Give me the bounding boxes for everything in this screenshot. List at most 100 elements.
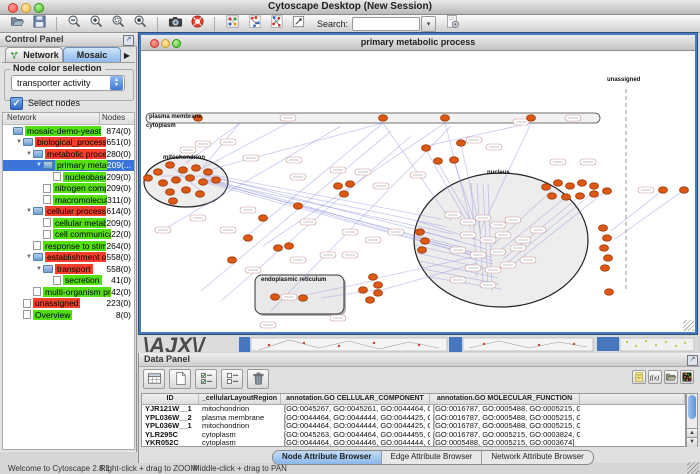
- scrollbar-thumb[interactable]: [688, 395, 696, 419]
- network-node[interactable]: [434, 158, 443, 164]
- table-row[interactable]: YJR121W__1mitochondrion[GO:0045267, GO:0…: [142, 405, 685, 414]
- expand-arrow-icon[interactable]: ▼: [15, 139, 23, 145]
- network-node[interactable]: [659, 187, 668, 193]
- window-resize-grip[interactable]: [687, 462, 699, 474]
- network-node[interactable]: [369, 274, 378, 280]
- zoom-fit-icon[interactable]: [130, 13, 150, 29]
- network-node[interactable]: [599, 225, 608, 231]
- node-color-dropdown[interactable]: transporter activity ▲▼: [11, 75, 125, 91]
- open-icon[interactable]: [7, 13, 27, 29]
- network-node[interactable]: [159, 180, 168, 186]
- minimize-view-button[interactable]: [161, 39, 170, 48]
- network-node[interactable]: [172, 177, 181, 183]
- network-node[interactable]: [600, 245, 609, 251]
- import-icon[interactable]: [664, 370, 678, 384]
- delete-attribute-icon[interactable]: [247, 369, 269, 389]
- column-header[interactable]: ID: [142, 394, 199, 404]
- snapshot-icon[interactable]: [165, 13, 185, 29]
- vizmapper-icon[interactable]: [222, 13, 242, 29]
- network-node[interactable]: [603, 188, 612, 194]
- network-node[interactable]: [340, 191, 349, 197]
- table-row[interactable]: YKR052Ccytoplasm[GO:0044464, GO:0044446,…: [142, 439, 685, 447]
- network-node[interactable]: [299, 295, 308, 301]
- table-row[interactable]: YPL036W__2plasma membrane[GO:0044464, GO…: [142, 414, 685, 423]
- network-node[interactable]: [334, 183, 343, 189]
- tree-row[interactable]: secretion41(0): [3, 275, 134, 287]
- network-node[interactable]: [562, 194, 571, 200]
- minimize-window-button[interactable]: [21, 3, 31, 13]
- network-node[interactable]: [422, 145, 431, 151]
- network-node[interactable]: [421, 238, 430, 244]
- help-icon[interactable]: [187, 13, 207, 29]
- network-node[interactable]: [457, 140, 466, 146]
- scroll-down-arrow[interactable]: ▼: [687, 437, 697, 447]
- column-header[interactable]: annotation.GO MOLECULAR_FUNCTION: [430, 394, 580, 404]
- unselect-attributes-icon[interactable]: [221, 369, 243, 389]
- search-input[interactable]: [352, 17, 420, 31]
- network-node[interactable]: [603, 235, 612, 241]
- network-canvas[interactable]: plasma membranecytoplasmmitochondrionnuc…: [141, 51, 695, 332]
- network-node[interactable]: [566, 183, 575, 189]
- tree-row[interactable]: cell communicat22(0): [3, 229, 134, 241]
- tab-network[interactable]: Network: [5, 47, 63, 62]
- network-node[interactable]: [374, 290, 383, 296]
- network-node[interactable]: [182, 187, 191, 193]
- network-node[interactable]: [179, 167, 188, 173]
- network-node[interactable]: [441, 115, 450, 121]
- network-node[interactable]: [199, 179, 208, 185]
- network-node[interactable]: [154, 169, 163, 175]
- network-node[interactable]: [228, 257, 237, 263]
- network-node[interactable]: [169, 198, 178, 204]
- network-node[interactable]: [548, 193, 557, 199]
- tree-row[interactable]: cellular metabol209(0): [3, 217, 134, 229]
- tab-mosaic[interactable]: Mosaic: [63, 47, 121, 62]
- table-row[interactable]: YPL036W__1mitochondrion[GO:0044464, GO:0…: [142, 422, 685, 431]
- tree-row[interactable]: Overview8(0): [3, 309, 134, 321]
- network-node[interactable]: [542, 184, 551, 190]
- network-node[interactable]: [418, 247, 427, 253]
- search-dropdown-button[interactable]: ▾: [421, 16, 436, 32]
- tree-row[interactable]: multi-organism pro42(0): [3, 286, 134, 298]
- tab-overflow-button[interactable]: ▶: [121, 49, 133, 62]
- network-node[interactable]: [274, 245, 283, 251]
- network-node[interactable]: [285, 243, 294, 249]
- tree-row[interactable]: ▼cellular process614(0): [3, 206, 134, 218]
- annotation-icon[interactable]: [288, 13, 308, 29]
- zoom-selected-icon[interactable]: [108, 13, 128, 29]
- tree-row[interactable]: ▼transport558(0): [3, 263, 134, 275]
- float-panel-icon[interactable]: ↗: [687, 355, 698, 366]
- network-node[interactable]: [450, 157, 459, 163]
- network-node[interactable]: [379, 115, 388, 121]
- zoom-out-icon[interactable]: [64, 13, 84, 29]
- tree-row[interactable]: ▼metabolic process280(0): [3, 148, 134, 160]
- float-panel-icon[interactable]: ↗: [123, 35, 134, 46]
- network-node[interactable]: [527, 115, 536, 121]
- close-window-button[interactable]: [8, 3, 18, 13]
- network-node[interactable]: [576, 193, 585, 199]
- expand-arrow-icon[interactable]: ▼: [25, 208, 33, 214]
- tree-row[interactable]: unassigned223(0): [3, 298, 134, 310]
- tree-row[interactable]: response to stimul264(0): [3, 240, 134, 252]
- table-scrollbar[interactable]: ▲ ▼: [686, 393, 698, 447]
- network-node[interactable]: [604, 255, 613, 261]
- expand-arrow-icon[interactable]: ▼: [35, 266, 43, 272]
- expand-arrow-icon[interactable]: ▼: [25, 254, 33, 260]
- matrix-icon[interactable]: [680, 370, 694, 384]
- tree-row[interactable]: ▼establishment of lo558(0): [3, 252, 134, 264]
- tree-column-nodes[interactable]: Nodes: [100, 113, 134, 124]
- network-node[interactable]: [366, 297, 375, 303]
- network-node[interactable]: [259, 215, 268, 221]
- column-header[interactable]: _cellularLayoutRegion: [199, 394, 281, 404]
- tree-row[interactable]: ▼primary metabo209(...: [3, 160, 134, 172]
- network-node[interactable]: [212, 177, 221, 183]
- zoom-in-icon[interactable]: [86, 13, 106, 29]
- zoom-view-button[interactable]: [172, 39, 181, 48]
- tree-row[interactable]: mosaic-demo-yeast874(0): [3, 125, 134, 137]
- new-attribute-icon[interactable]: [169, 369, 191, 389]
- network-node[interactable]: [680, 187, 689, 193]
- expand-arrow-icon[interactable]: ▼: [25, 151, 33, 157]
- plugin-icon[interactable]: [442, 13, 462, 29]
- network-node[interactable]: [196, 191, 205, 197]
- network-node[interactable]: [294, 203, 303, 209]
- layout-nodes-icon[interactable]: [244, 13, 264, 29]
